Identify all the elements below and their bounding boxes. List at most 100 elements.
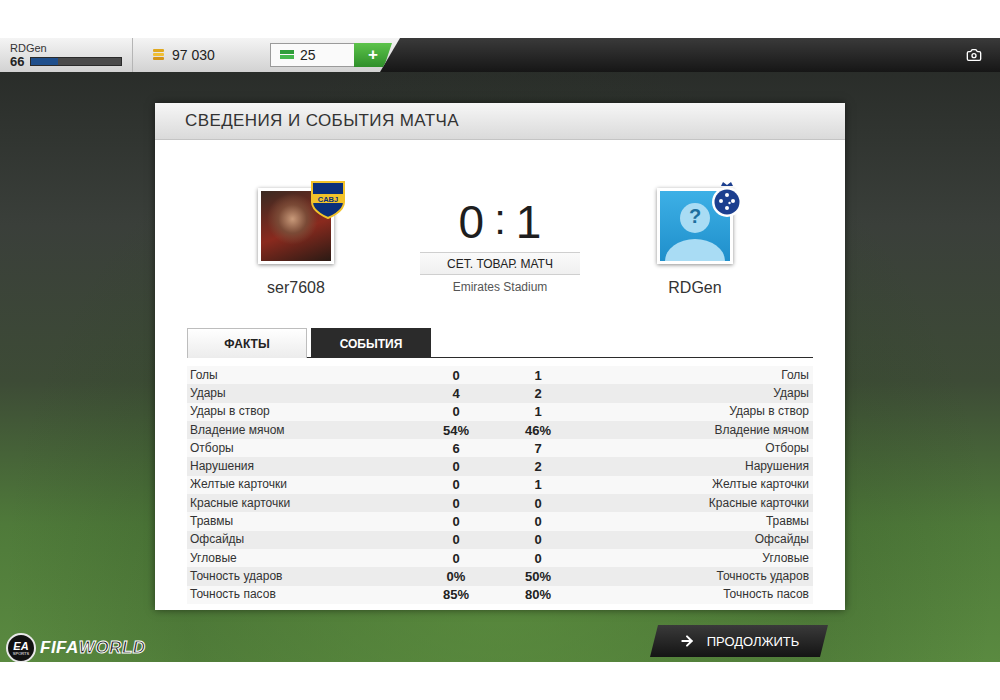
home-stat: Удары в створ 0 bbox=[187, 403, 490, 421]
stat-row: Голы 0 Голы1 bbox=[187, 366, 813, 384]
camera-icon[interactable] bbox=[966, 47, 982, 63]
ea-sub: SPORTS bbox=[13, 651, 29, 656]
away-stat: Желтые карточки 1 bbox=[500, 476, 812, 494]
xp-bar bbox=[30, 57, 122, 66]
match-header: CABJser76080:1СЕТ. ТОВАР. МАТЧEmirates S… bbox=[187, 140, 813, 328]
away-stat: Красные карточки0 bbox=[500, 494, 812, 512]
stat-value: 0 bbox=[430, 531, 482, 548]
panel-body: CABJser76080:1СЕТ. ТОВАР. МАТЧEmirates S… bbox=[155, 140, 845, 610]
cash-icon bbox=[279, 48, 295, 62]
stadium-background: RDGen6697 03025+СВЕДЕНИЯ И СОБЫТИЯ МАТЧА… bbox=[0, 38, 1000, 662]
stat-value: 1 bbox=[512, 367, 564, 384]
away-stat: Точность ударов50% bbox=[500, 567, 812, 585]
stat-row: Нарушения0Нарушения2 bbox=[187, 457, 813, 475]
stat-label: Удары в створ bbox=[190, 403, 270, 420]
stat-label: Удары bbox=[190, 385, 226, 402]
stat-row: Травмы0Травмы0 bbox=[187, 512, 813, 530]
match-type: СЕТ. ТОВАР. МАТЧ bbox=[420, 252, 580, 275]
home-stat: Точность ударов0% bbox=[187, 567, 490, 585]
stat-value: 46% bbox=[512, 422, 564, 439]
away-stat: Угловые 0 bbox=[500, 549, 812, 567]
arrow-right-icon bbox=[679, 633, 695, 649]
club-badge bbox=[709, 180, 745, 220]
stat-value: 0 bbox=[430, 403, 482, 420]
stat-value: 85% bbox=[430, 586, 482, 603]
continue-label: ПРОДОЛЖИТЬ bbox=[707, 634, 800, 649]
score-block: 0:1СЕТ. ТОВАР. МАТЧEmirates Stadium bbox=[405, 140, 595, 328]
club-badge: CABJ bbox=[310, 180, 346, 220]
away-team: ?RDGen bbox=[595, 140, 795, 328]
away-stat: Точность пасов80% bbox=[500, 586, 812, 604]
continue-button[interactable]: ПРОДОЛЖИТЬ bbox=[650, 625, 828, 657]
stat-value: 0 bbox=[512, 550, 564, 567]
home-avatar: CABJ bbox=[258, 188, 334, 264]
stat-label: Желтые карточки bbox=[712, 476, 809, 493]
main: СВЕДЕНИЯ И СОБЫТИЯ МАТЧАCABJser76080:1СЕ… bbox=[0, 72, 1000, 610]
stat-value: 0 bbox=[430, 367, 482, 384]
top-bar: RDGen6697 03025+ bbox=[0, 38, 1000, 72]
stat-label: Владение мячом bbox=[714, 422, 809, 439]
home-stat: Удары 4 bbox=[187, 384, 490, 402]
stat-value: 0 bbox=[430, 458, 482, 475]
stat-value: 0 bbox=[430, 513, 482, 530]
away-stat: Удары в створ 1 bbox=[500, 403, 812, 421]
away-stat: Отборы7 bbox=[500, 439, 812, 457]
stat-row: Отборы6Отборы7 bbox=[187, 439, 813, 457]
status-section: RDGen6697 03025+ bbox=[0, 38, 400, 72]
home-stat: Желтые карточки 0 bbox=[187, 476, 490, 494]
stat-value: 1 bbox=[512, 403, 564, 420]
stat-row: Владение мячом 54% Владение мячом 46% bbox=[187, 421, 813, 439]
panel-header: СВЕДЕНИЯ И СОБЫТИЯ МАТЧА bbox=[155, 103, 845, 140]
stat-label: Офсайды bbox=[755, 531, 809, 548]
stat-row: Желтые карточки 0 Желтые карточки 1 bbox=[187, 476, 813, 494]
add-points-button[interactable]: + bbox=[354, 43, 392, 67]
tab[interactable]: ФАКТЫ bbox=[187, 328, 307, 358]
stat-label: Удары в створ bbox=[729, 403, 809, 420]
stat-label: Травмы bbox=[190, 513, 233, 530]
away-stat: Голы1 bbox=[500, 366, 812, 384]
stat-label: Угловые bbox=[190, 550, 237, 567]
away-score: 1 bbox=[516, 196, 542, 248]
score: 0:1 bbox=[459, 196, 542, 248]
coins-icon bbox=[151, 47, 167, 63]
stat-label: Удары bbox=[773, 385, 809, 402]
stat-value: 54% bbox=[430, 422, 482, 439]
points-value: 25 bbox=[300, 47, 316, 63]
stat-row: Удары 4 Удары2 bbox=[187, 384, 813, 402]
stat-label: Угловые bbox=[762, 550, 809, 567]
page: RDGen6697 03025+СВЕДЕНИЯ И СОБЫТИЯ МАТЧА… bbox=[0, 0, 1000, 700]
ea-text: EA bbox=[13, 641, 28, 651]
home-stat: Красные карточки0 bbox=[187, 494, 490, 512]
match-panel: СВЕДЕНИЯ И СОБЫТИЯ МАТЧАCABJser76080:1СЕ… bbox=[155, 103, 845, 610]
stat-row: Красные карточки0 Красные карточки0 bbox=[187, 494, 813, 512]
away-stat: Владение мячом 46% bbox=[500, 421, 812, 439]
stat-value: 80% bbox=[512, 586, 564, 603]
stat-value: 50% bbox=[512, 568, 564, 585]
tab-bar: ФАКТЫСОБЫТИЯ bbox=[187, 328, 813, 358]
player-box[interactable]: RDGen66 bbox=[0, 38, 133, 72]
level-row: 66 bbox=[10, 54, 122, 69]
stat-label: Точность ударов bbox=[190, 568, 282, 585]
stat-value: 0 bbox=[512, 531, 564, 548]
stat-value: 4 bbox=[430, 385, 482, 402]
svg-text:CABJ: CABJ bbox=[318, 195, 338, 204]
stat-value: 0 bbox=[512, 513, 564, 530]
stat-label: Желтые карточки bbox=[190, 476, 287, 493]
tab[interactable]: СОБЫТИЯ bbox=[311, 328, 431, 358]
away-stat: Травмы0 bbox=[500, 512, 812, 530]
stat-row: Удары в створ 0 Удары в створ 1 bbox=[187, 403, 813, 421]
logo-word: FIFA bbox=[40, 638, 79, 658]
stat-value: 1 bbox=[512, 476, 564, 493]
footer: EASPORTSFIFAWORLDПРОДОЛЖИТЬ bbox=[0, 625, 1000, 657]
home-stat: Отборы6 bbox=[187, 439, 490, 457]
away-stat: Удары2 bbox=[500, 384, 812, 402]
stat-value: 0 bbox=[430, 476, 482, 493]
stat-value: 0 bbox=[512, 495, 564, 512]
stat-label: Нарушения bbox=[190, 458, 254, 475]
stat-value: 6 bbox=[430, 440, 482, 457]
stat-label: Голы bbox=[190, 367, 218, 384]
home-stat: Угловые0 bbox=[187, 549, 490, 567]
stat-label: Отборы bbox=[765, 440, 809, 457]
fifa-world-logo: EASPORTSFIFAWORLD bbox=[6, 633, 146, 663]
stat-value: 2 bbox=[512, 458, 564, 475]
